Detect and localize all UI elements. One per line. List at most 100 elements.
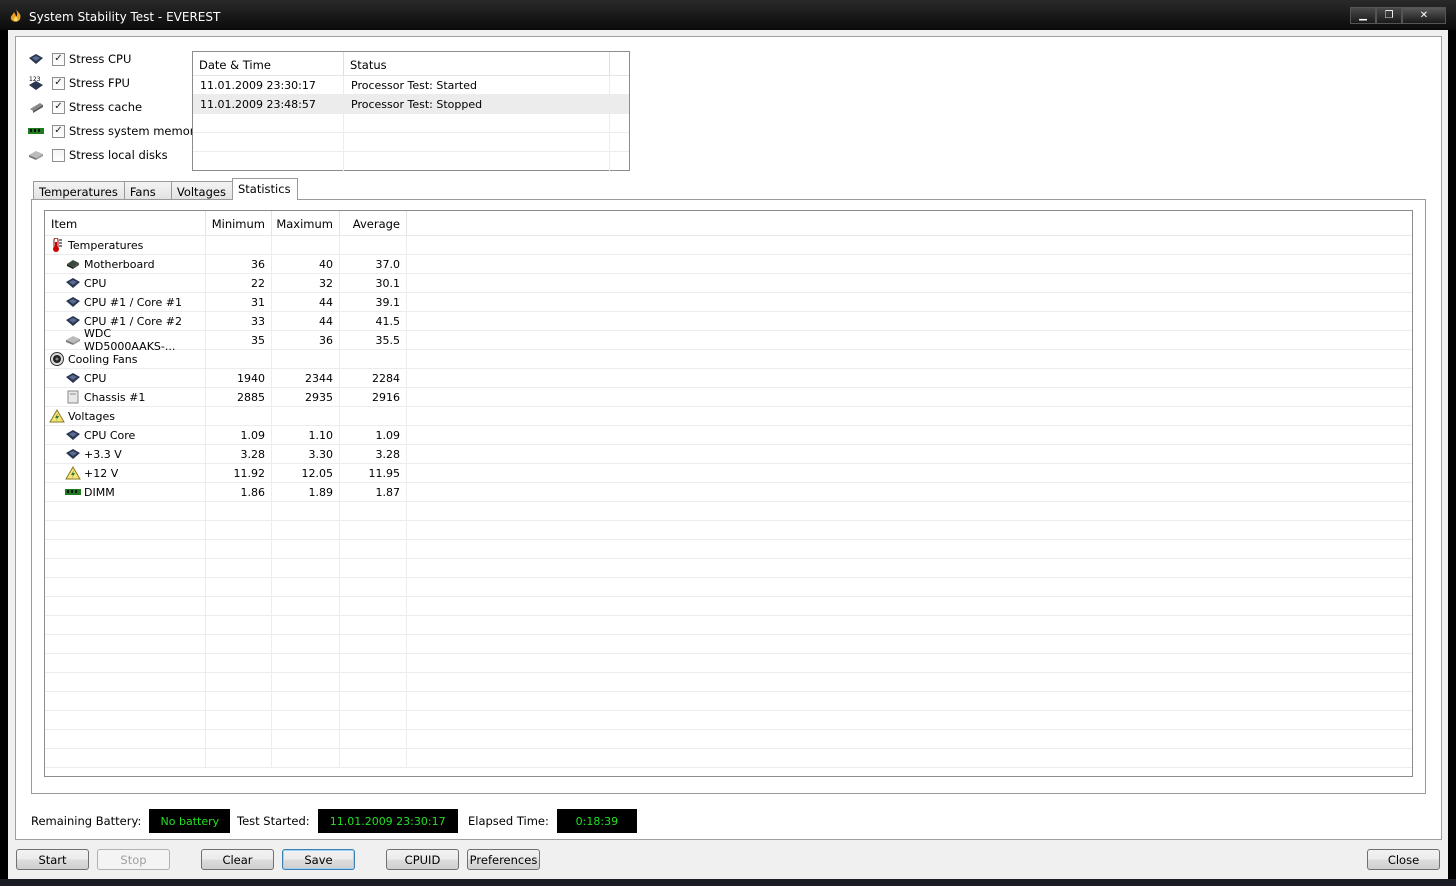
stats-group-row[interactable]: Voltages (45, 407, 1412, 426)
stats-row[interactable]: CPU #1 / Core #1 31 44 39.1 (45, 293, 1412, 312)
minimize-button[interactable]: ▁ (1350, 7, 1376, 24)
stress-cache-label: Stress cache (69, 100, 143, 114)
close-window-button[interactable]: ✕ (1402, 7, 1446, 24)
window-title: System Stability Test - EVEREST (29, 10, 221, 24)
stats-header-item[interactable]: Item (45, 211, 206, 235)
stats-cell-minimum: 1940 (206, 369, 272, 387)
stress-fpu-option[interactable]: 123 ✓ Stress FPU (28, 74, 130, 92)
cpu-chip-icon (65, 314, 81, 328)
stress-cpu-checkbox[interactable]: ✓ (52, 52, 65, 66)
log-header-datetime[interactable]: Date & Time (193, 52, 344, 75)
stats-cell-item: Motherboard (45, 255, 206, 273)
save-button[interactable]: Save (282, 849, 355, 870)
elapsed-time-status: Elapsed Time: 0:18:39 (468, 809, 637, 833)
stress-memory-option[interactable]: ✓ Stress system memory (28, 122, 201, 140)
preferences-button[interactable]: Preferences (467, 849, 540, 870)
stress-cpu-option[interactable]: ✓ Stress CPU (28, 50, 131, 68)
stats-cell-average (340, 350, 407, 368)
stats-group-row[interactable]: Cooling Fans (45, 350, 1412, 369)
stats-item-label: Motherboard (84, 257, 155, 271)
stats-row-empty (45, 692, 1412, 711)
stats-row[interactable]: +3.3 V 3.28 3.30 3.28 (45, 445, 1412, 464)
stats-cell-minimum: 2885 (206, 388, 272, 406)
stress-cache-checkbox[interactable]: ✓ (52, 100, 65, 114)
stop-button[interactable]: Stop (97, 849, 170, 870)
cpu-chip-icon (65, 371, 81, 385)
log-row[interactable]: 11.01.2009 23:30:17 Processor Test: Star… (193, 76, 629, 95)
close-button[interactable]: Close (1367, 849, 1440, 870)
fpu-chip-icon: 123 (28, 76, 44, 90)
tab-strip: Temperatures Fans Voltages Statistics (33, 178, 298, 200)
stats-cell-maximum: 32 (272, 274, 340, 292)
stats-header-average[interactable]: Average (340, 211, 407, 235)
stats-row[interactable]: CPU Core 1.09 1.10 1.09 (45, 426, 1412, 445)
tab-temperatures[interactable]: Temperatures (33, 181, 125, 200)
stats-row-empty (45, 616, 1412, 635)
stats-cell-item: CPU #1 / Core #1 (45, 293, 206, 311)
stats-row[interactable]: Motherboard 36 40 37.0 (45, 255, 1412, 274)
stats-header-maximum[interactable]: Maximum (272, 211, 340, 235)
taskbar (0, 879, 1456, 886)
stress-cache-option[interactable]: ✓ Stress cache (28, 98, 142, 116)
log-header-status[interactable]: Status (344, 52, 610, 75)
log-cell-datetime: 11.01.2009 23:48:57 (193, 95, 344, 113)
stats-row[interactable]: WDC WD5000AAKS-... 35 36 35.5 (45, 327, 1412, 353)
cpuid-button[interactable]: CPUID (386, 849, 459, 870)
stats-row[interactable]: DIMM 1.86 1.89 1.87 (45, 483, 1412, 502)
cpu-chip-icon (65, 276, 81, 290)
stress-memory-checkbox[interactable]: ✓ (52, 124, 65, 138)
test-started-value: 11.01.2009 23:30:17 (317, 809, 458, 833)
stats-group-row[interactable]: Temperatures (45, 236, 1412, 255)
title-bar: System Stability Test - EVEREST ▁ ❐ ✕ (0, 0, 1456, 30)
log-cell-status: Processor Test: Started (344, 76, 610, 94)
cache-chip-icon (28, 100, 44, 114)
restore-button[interactable]: ❐ (1376, 7, 1402, 24)
cpu-chip-icon (28, 52, 44, 66)
stats-cell-average: 1.87 (340, 483, 407, 501)
stats-cell-average: 35.5 (340, 331, 407, 349)
restore-icon: ❐ (1384, 10, 1394, 21)
stats-cell-maximum: 40 (272, 255, 340, 273)
event-log-list[interactable]: Date & Time Status 11.01.2009 23:30:17 P… (192, 51, 630, 171)
minimize-icon: ▁ (1359, 10, 1367, 21)
stress-disks-option[interactable]: Stress local disks (28, 146, 168, 164)
stats-cell-item: +12 V (45, 464, 206, 482)
tab-statistics[interactable]: Statistics (231, 178, 298, 200)
statistics-table[interactable]: Item Minimum Maximum Average Temperature… (44, 210, 1413, 777)
tab-fans[interactable]: Fans (123, 181, 172, 200)
clear-button[interactable]: Clear (201, 849, 274, 870)
stats-item-label: CPU (84, 371, 107, 385)
stats-item-label: DIMM (84, 485, 115, 499)
stats-cell-item: CPU (45, 274, 206, 292)
stats-cell-average: 37.0 (340, 255, 407, 273)
motherboard-icon (65, 257, 81, 271)
stats-cell-average: 1.09 (340, 426, 407, 444)
stats-row[interactable]: CPU #1 / Core #2 33 44 41.5 (45, 312, 1412, 331)
test-started-status: Test Started: 11.01.2009 23:30:17 (237, 809, 458, 833)
log-row[interactable]: 11.01.2009 23:48:57 Processor Test: Stop… (193, 95, 629, 114)
main-panel: ✓ Stress CPU 123 ✓ Stress FPU ✓ Stress c… (15, 36, 1442, 840)
stats-item-label: CPU Core (84, 428, 136, 442)
stats-cell-average: 2916 (340, 388, 407, 406)
stats-row[interactable]: CPU 1940 2344 2284 (45, 369, 1412, 388)
stats-cell-average: 3.28 (340, 445, 407, 463)
stats-cell-item: WDC WD5000AAKS-... (45, 327, 206, 353)
voltage-warning-icon (65, 466, 81, 480)
stats-cell-item: DIMM (45, 483, 206, 501)
stats-item-label: Temperatures (68, 238, 144, 252)
stats-cell-item: +3.3 V (45, 445, 206, 463)
stress-fpu-checkbox[interactable]: ✓ (52, 76, 65, 90)
memory-module-icon (28, 124, 44, 138)
thermometer-icon (49, 238, 65, 252)
stats-body: Temperatures Motherboard 36 40 37.0 CPU 22 32 30… (45, 236, 1412, 768)
start-button[interactable]: Start (16, 849, 89, 870)
log-row-empty (193, 133, 629, 152)
stats-cell-minimum: 36 (206, 255, 272, 273)
stats-row[interactable]: CPU 22 32 30.1 (45, 274, 1412, 293)
tab-voltages[interactable]: Voltages (170, 181, 233, 200)
stats-cell-minimum: 33 (206, 312, 272, 330)
stress-disks-checkbox[interactable] (52, 148, 65, 162)
stats-header-minimum[interactable]: Minimum (206, 211, 272, 235)
stats-row[interactable]: +12 V 11.92 12.05 11.95 (45, 464, 1412, 483)
stats-row[interactable]: Chassis #1 2885 2935 2916 (45, 388, 1412, 407)
